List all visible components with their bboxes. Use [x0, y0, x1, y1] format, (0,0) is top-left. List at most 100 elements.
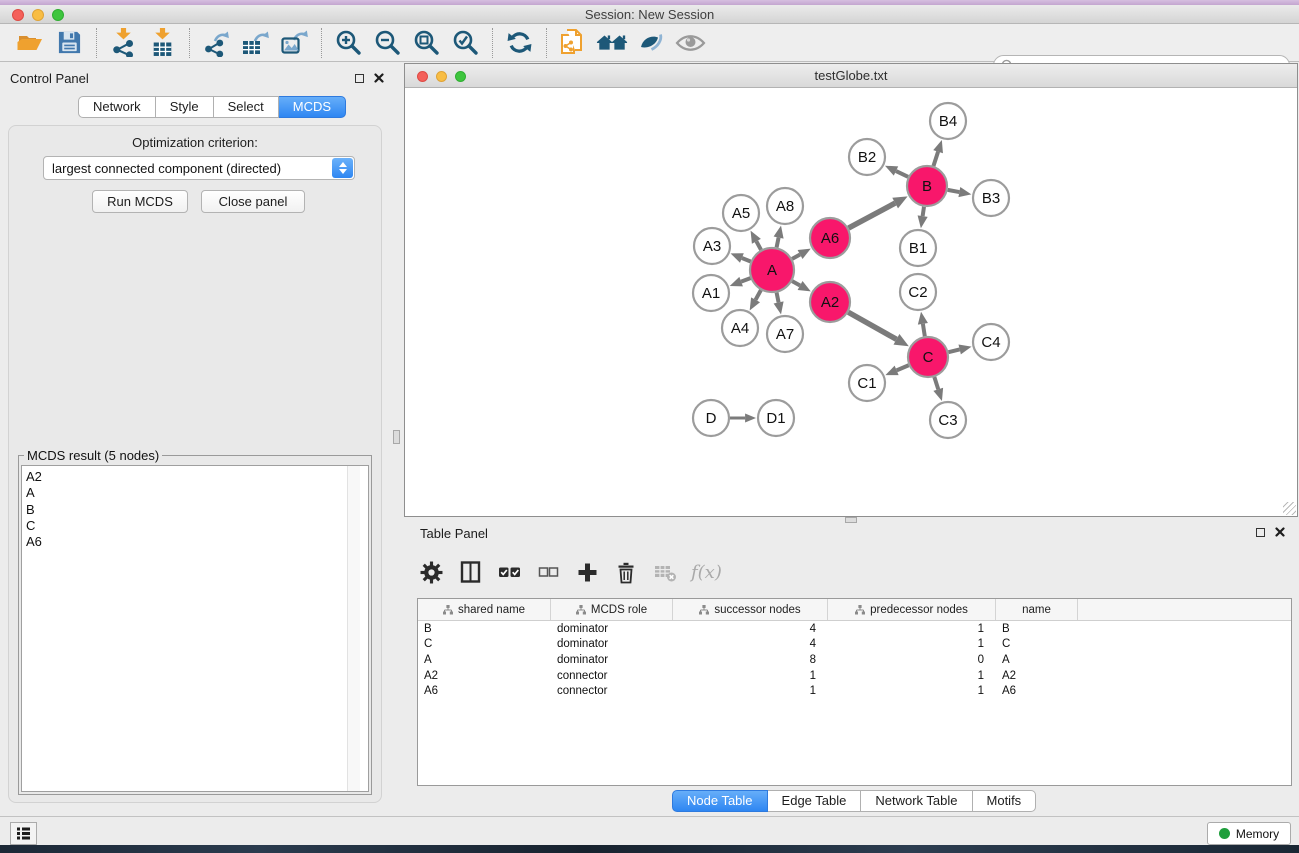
clone-network-icon[interactable] [557, 27, 589, 59]
close-table-panel-icon[interactable] [1275, 527, 1285, 537]
mcds-result-item[interactable]: A6 [26, 534, 368, 550]
table-row[interactable]: Bdominator41B [418, 621, 1291, 637]
edge-A-A2[interactable] [792, 281, 800, 285]
delete-table-icon[interactable] [652, 559, 678, 585]
column-settings-gear-icon[interactable] [418, 559, 444, 585]
list-icon [15, 825, 32, 842]
table-cell: A2 [996, 670, 1078, 682]
export-table-icon[interactable] [239, 27, 271, 59]
minimize-window-button[interactable] [32, 9, 44, 21]
table-cell: dominator [551, 623, 673, 635]
column-header-shared-name[interactable]: shared name [418, 599, 551, 620]
network-canvas[interactable]: AA1A2A3A4A5A6A7A8BB1B2B3B4CC1C2C3C4DD1 [405, 88, 1297, 516]
birds-eye-view-icon[interactable] [674, 27, 706, 59]
horizontal-splitter-grip[interactable] [845, 517, 857, 523]
tab-network-table[interactable]: Network Table [861, 790, 972, 812]
close-panel-button[interactable]: Close panel [201, 190, 305, 213]
edge-C-C3[interactable] [934, 377, 938, 389]
refresh-layout-icon[interactable] [503, 27, 535, 59]
edge-A-A1[interactable] [741, 278, 750, 282]
close-window-button[interactable] [12, 9, 24, 21]
column-header-MCDS-role[interactable]: MCDS role [551, 599, 673, 620]
column-header-predecessor-nodes[interactable]: predecessor nodes [828, 599, 996, 620]
column-header-successor-nodes[interactable]: successor nodes [673, 599, 828, 620]
table-row[interactable]: A2connector11A2 [418, 668, 1291, 684]
edge-A-A3[interactable] [742, 258, 751, 261]
network-close-button[interactable] [417, 71, 428, 82]
tab-select[interactable]: Select [214, 96, 279, 118]
export-network-icon[interactable] [200, 27, 232, 59]
edge-A-A7[interactable] [777, 293, 779, 303]
mcds-result-item[interactable]: A [26, 485, 368, 501]
table-cell: connector [551, 685, 673, 697]
tab-edge-table[interactable]: Edge Table [768, 790, 862, 812]
open-session-icon[interactable] [14, 27, 46, 59]
edge-B-B1[interactable] [923, 207, 924, 216]
reset-home-icon[interactable] [596, 27, 628, 59]
tab-mcds[interactable]: MCDS [279, 96, 346, 118]
mcds-result-item[interactable]: A2 [26, 469, 368, 485]
node-label-B3: B3 [982, 190, 1000, 207]
dropdown-stepper-icon [332, 158, 353, 178]
table-cell: A [996, 654, 1078, 666]
table-row[interactable]: A6connector11A6 [418, 683, 1291, 699]
function-builder-icon[interactable]: f(x) [691, 559, 722, 585]
result-list-scrollbar[interactable] [347, 466, 360, 791]
edge-A6-B[interactable] [849, 203, 896, 228]
table-row[interactable]: Cdominator41C [418, 637, 1291, 653]
edge-A-A4[interactable] [756, 290, 761, 300]
tab-network[interactable]: Network [78, 96, 156, 118]
network-window-titlebar[interactable]: testGlobe.txt [405, 64, 1297, 88]
float-panel-icon[interactable] [355, 74, 364, 83]
export-image-icon[interactable] [278, 27, 310, 59]
add-row-icon[interactable] [574, 559, 600, 585]
network-minimize-button[interactable] [436, 71, 447, 82]
node-table-header: shared nameMCDS rolesuccessor nodesprede… [418, 599, 1291, 621]
edge-A-A8[interactable] [777, 238, 779, 248]
zoom-in-icon[interactable] [332, 27, 364, 59]
show-columns-icon[interactable] [457, 559, 483, 585]
edge-B-B3[interactable] [948, 190, 960, 192]
zoom-selected-icon[interactable] [449, 27, 481, 59]
table-cell: B [418, 623, 551, 635]
float-table-panel-icon[interactable] [1256, 528, 1265, 537]
column-header-name[interactable]: name [996, 599, 1078, 620]
network-graph[interactable]: AA1A2A3A4A5A6A7A8BB1B2B3B4CC1C2C3C4DD1 [405, 88, 1297, 516]
edge-B-B2[interactable] [896, 171, 908, 177]
import-table-icon[interactable] [146, 27, 178, 59]
select-all-icon[interactable] [496, 559, 522, 585]
close-panel-icon[interactable] [374, 73, 384, 83]
run-mcds-button[interactable]: Run MCDS [92, 190, 188, 213]
edge-arrowhead [933, 140, 943, 153]
delete-row-trash-icon[interactable] [613, 559, 639, 585]
edge-A-A6[interactable] [792, 255, 800, 259]
task-history-button[interactable] [10, 822, 37, 845]
table-row[interactable]: Adominator80A [418, 652, 1291, 668]
tab-motifs[interactable]: Motifs [973, 790, 1037, 812]
window-resize-grip[interactable] [1283, 502, 1296, 515]
edge-arrowhead [745, 414, 756, 423]
edge-C-C1[interactable] [897, 365, 909, 370]
memory-button[interactable]: Memory [1207, 822, 1291, 845]
import-network-icon[interactable] [107, 27, 139, 59]
table-cell: 4 [673, 623, 828, 635]
edge-C-C2[interactable] [923, 324, 925, 336]
network-zoom-button[interactable] [455, 71, 466, 82]
mcds-result-item[interactable]: B [26, 502, 368, 518]
criterion-dropdown[interactable]: largest connected component (directed) [43, 156, 355, 180]
unselect-all-icon[interactable] [535, 559, 561, 585]
tab-style[interactable]: Style [156, 96, 214, 118]
hide-graphics-details-icon[interactable] [635, 27, 667, 59]
edge-B-B4[interactable] [933, 152, 938, 166]
tab-node-table[interactable]: Node Table [672, 790, 768, 812]
zoom-out-icon[interactable] [371, 27, 403, 59]
zoom-window-button[interactable] [52, 9, 64, 21]
splitter-grip[interactable] [393, 430, 400, 444]
save-session-icon[interactable] [53, 27, 85, 59]
edge-A-A5[interactable] [756, 241, 761, 250]
edge-A2-C[interactable] [848, 312, 896, 339]
zoom-fit-icon[interactable] [410, 27, 442, 59]
mcds-result-item[interactable]: C [26, 518, 368, 534]
vertical-splitter[interactable] [390, 62, 404, 816]
edge-C-C4[interactable] [948, 349, 959, 352]
